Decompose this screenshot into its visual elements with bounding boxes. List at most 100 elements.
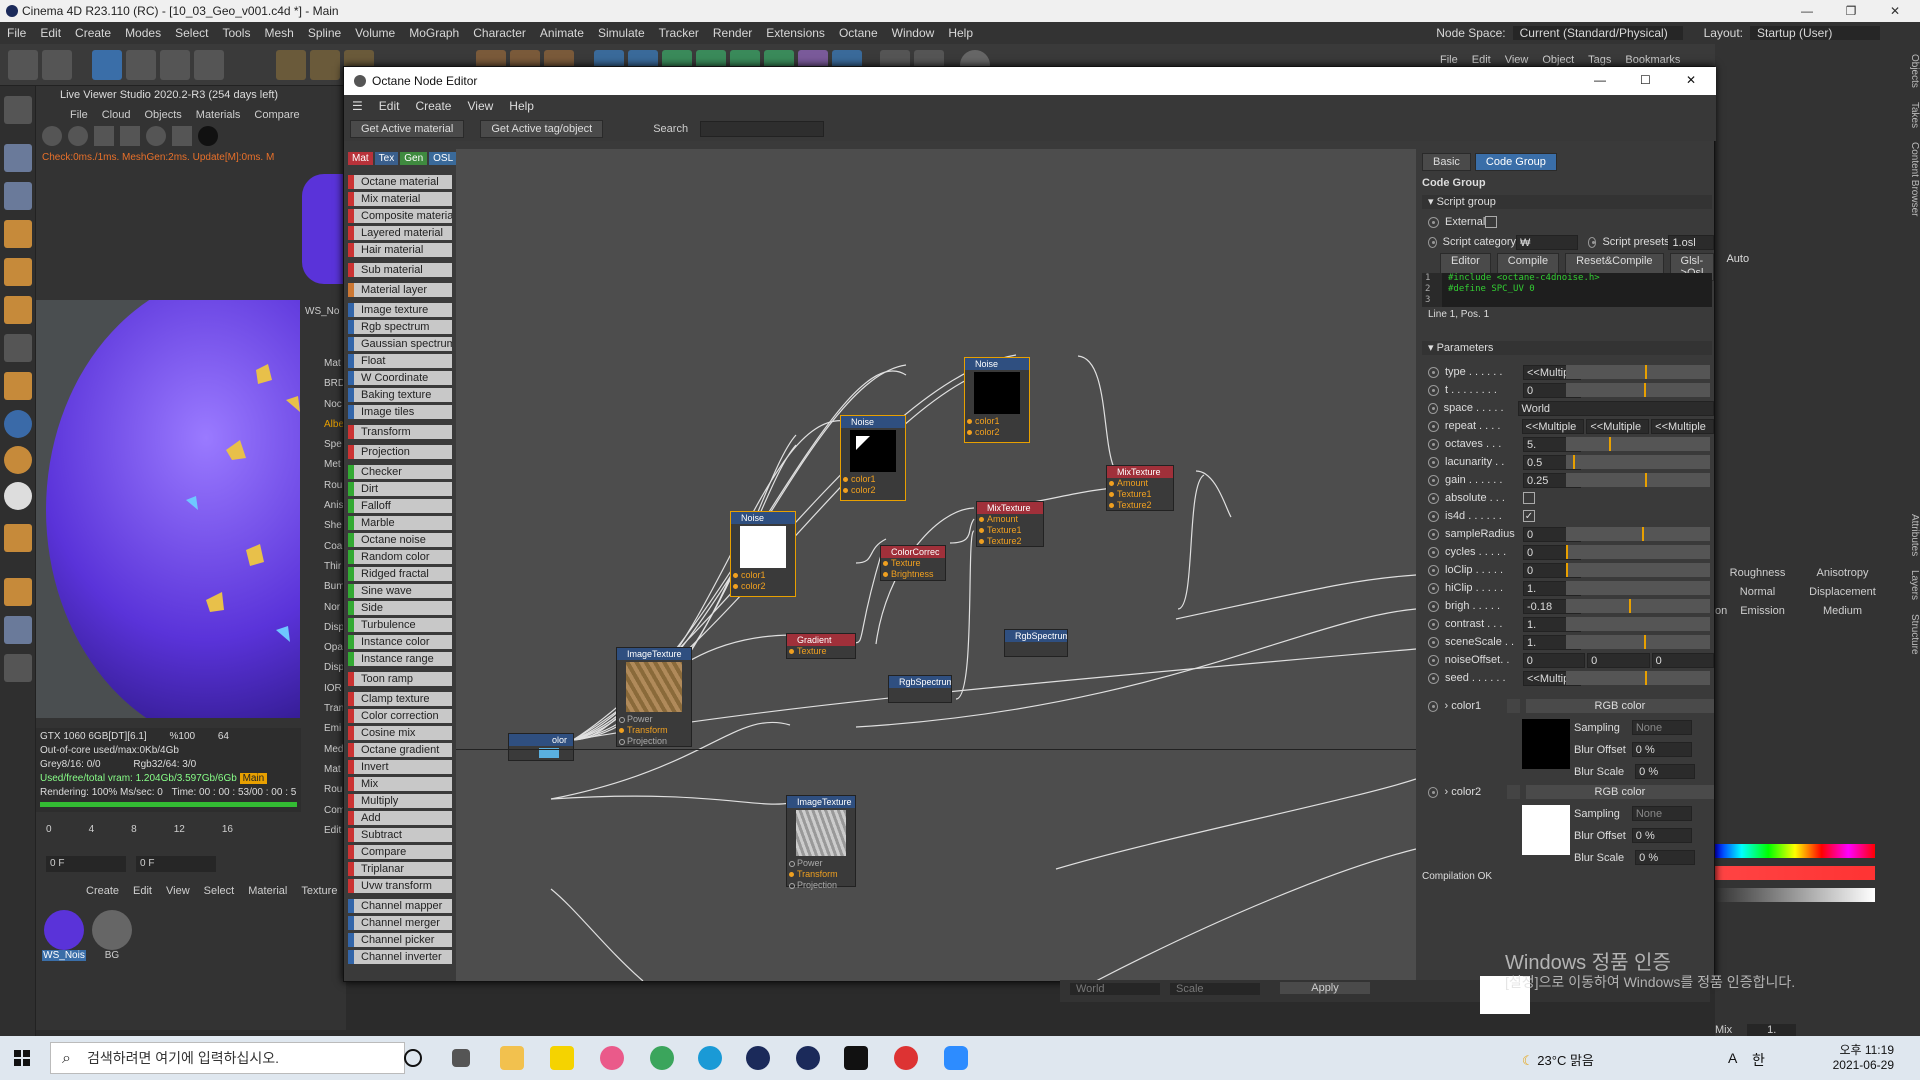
param-slider[interactable] [1566, 365, 1710, 379]
node-palette-item[interactable]: Channel mapper [348, 899, 452, 913]
polygons-mode-icon[interactable] [4, 296, 32, 324]
param-slider[interactable] [1566, 563, 1710, 577]
channel-item[interactable]: Spe [324, 435, 345, 455]
clock[interactable]: 오후 11:19 2021-06-29 [1833, 1041, 1894, 1072]
script-presets-select[interactable]: 1.osl [1668, 234, 1714, 250]
ned-menu-view[interactable]: View [459, 99, 501, 113]
close-icon[interactable]: ✕ [1873, 0, 1917, 22]
category-tab-mat[interactable]: Mat [348, 151, 373, 165]
anim-radio[interactable] [1428, 384, 1439, 396]
lv-menu-objects[interactable]: Objects [144, 109, 181, 121]
menu-select[interactable]: Select [168, 26, 215, 40]
menu-animate[interactable]: Animate [533, 26, 591, 40]
get-active-tag-button[interactable]: Get Active tag/object [480, 120, 604, 138]
node-palette-item[interactable]: Invert [348, 760, 452, 774]
grid-icon[interactable] [4, 578, 32, 606]
channel-item[interactable]: Mat [324, 760, 345, 780]
points-mode-icon[interactable] [4, 220, 32, 248]
apply-button[interactable]: Apply [1280, 982, 1370, 994]
pin-texture1[interactable]: Texture1 [1107, 489, 1173, 500]
channel-item[interactable]: IOR [324, 679, 345, 699]
m-app-icon[interactable] [844, 1046, 868, 1070]
blur-scale-field[interactable]: 0 % [1635, 764, 1696, 779]
pin-texture2[interactable]: Texture2 [977, 536, 1043, 547]
snap-s2-icon[interactable] [4, 446, 32, 474]
menu-window[interactable]: Window [885, 26, 942, 40]
channel-item[interactable]: Anis [324, 496, 345, 516]
side-tab[interactable]: Structure [1905, 614, 1920, 655]
lv-menu-file[interactable]: File [70, 109, 88, 121]
node-palette-item[interactable]: Color correction [348, 709, 452, 723]
windows-start-icon[interactable] [14, 1050, 30, 1066]
get-active-material-button[interactable]: Get Active material [350, 120, 465, 138]
param-slider[interactable] [1566, 599, 1710, 613]
imagetexture-node-2[interactable]: ImageTexture Power Transform Projection [786, 795, 856, 890]
view-icon[interactable] [4, 96, 32, 124]
lv-pause-icon[interactable] [94, 126, 114, 146]
task-view-icon[interactable] [452, 1049, 470, 1067]
node-palette-item[interactable]: Turbulence [348, 618, 452, 632]
menu-mograph[interactable]: MoGraph [402, 26, 466, 40]
cinema4d-icon[interactable] [746, 1046, 770, 1070]
ime-indicator[interactable]: 한 [1752, 1050, 1765, 1070]
kakaotalk-icon[interactable] [550, 1046, 574, 1070]
select-tool-icon[interactable] [92, 50, 122, 80]
ned-menu-edit[interactable]: Edit [371, 99, 408, 113]
color2-swatch[interactable] [1522, 805, 1570, 855]
param-slider[interactable] [1566, 545, 1710, 559]
anim-radio[interactable] [1428, 582, 1439, 594]
weather[interactable]: ☾ 23°C 맑음 [1522, 1050, 1594, 1069]
param-field[interactable]: <<Multiple [1521, 418, 1585, 434]
ned-menu-create[interactable]: Create [407, 99, 459, 113]
chevron-down-icon[interactable] [1506, 785, 1520, 799]
mixtexture-node-mid[interactable]: MixTexture Amount Texture1 Texture2 [976, 501, 1044, 547]
anim-radio[interactable] [1428, 618, 1439, 630]
anim-radio[interactable] [1428, 636, 1439, 648]
ned-close-icon[interactable]: ✕ [1686, 73, 1696, 87]
node-palette-item[interactable]: Triplanar [348, 862, 452, 876]
channel-item[interactable]: Coa [324, 537, 345, 557]
ned-minimize-icon[interactable]: — [1594, 73, 1606, 87]
mm-menu-edit[interactable]: Edit [133, 885, 152, 897]
node-palette-item[interactable]: Mix [348, 777, 452, 791]
grid-anisotropy[interactable]: Anisotropy [1800, 564, 1885, 583]
lv-menu-cloud[interactable]: Cloud [102, 109, 131, 121]
param-slider[interactable] [1566, 437, 1710, 451]
lv-menu-compare[interactable]: Compare [254, 109, 299, 121]
node-canvas[interactable]: Noise color1 color2 Noise color1 color2 … [456, 149, 1416, 981]
anim-radio[interactable] [1428, 236, 1437, 248]
node-palette-item[interactable]: Octane noise [348, 533, 452, 547]
parameters-header[interactable]: ▾ Parameters [1422, 341, 1712, 355]
node-palette-item[interactable]: Layered material [348, 226, 452, 240]
channel-item[interactable]: She [324, 516, 345, 536]
category-tab-tex[interactable]: Tex [374, 151, 399, 165]
param-slider[interactable] [1566, 617, 1710, 631]
rotate-tool-icon[interactable] [194, 50, 224, 80]
node-palette-item[interactable]: Dirt [348, 482, 452, 496]
node-palette-item[interactable]: Composite materia [348, 209, 452, 223]
lv-settings-icon[interactable] [146, 126, 166, 146]
anim-radio[interactable] [1428, 700, 1439, 712]
model-mode-icon[interactable] [4, 144, 32, 172]
app-icon[interactable] [600, 1046, 624, 1070]
render-viewport[interactable] [36, 300, 301, 718]
node-palette-item[interactable]: Compare [348, 845, 452, 859]
texture-mode-icon[interactable] [4, 182, 32, 210]
material-swatch-bg[interactable]: BG [90, 910, 134, 961]
bg-menu-edit[interactable]: Edit [1472, 54, 1491, 66]
anim-radio[interactable] [1428, 786, 1439, 798]
color-picker-bars[interactable] [1715, 844, 1875, 924]
side-tab[interactable]: Content Browser [1905, 142, 1920, 216]
pin-texture2[interactable]: Texture2 [1107, 500, 1173, 511]
uv-mode-icon[interactable] [4, 334, 32, 362]
pin-brightness[interactable]: Brightness [881, 569, 945, 580]
menu-tracker[interactable]: Tracker [652, 26, 706, 40]
anim-radio[interactable] [1428, 510, 1439, 522]
node-palette-item[interactable]: Baking texture [348, 388, 452, 402]
color2-mode[interactable]: RGB color [1525, 785, 1714, 799]
cinema4d-icon-2[interactable] [796, 1046, 820, 1070]
snap-s3-icon[interactable] [4, 482, 32, 510]
category-tab-osl[interactable]: OSL [429, 151, 458, 165]
hamburger-icon[interactable]: ☰ [344, 99, 371, 113]
coord-space-select[interactable]: World [1070, 983, 1160, 995]
